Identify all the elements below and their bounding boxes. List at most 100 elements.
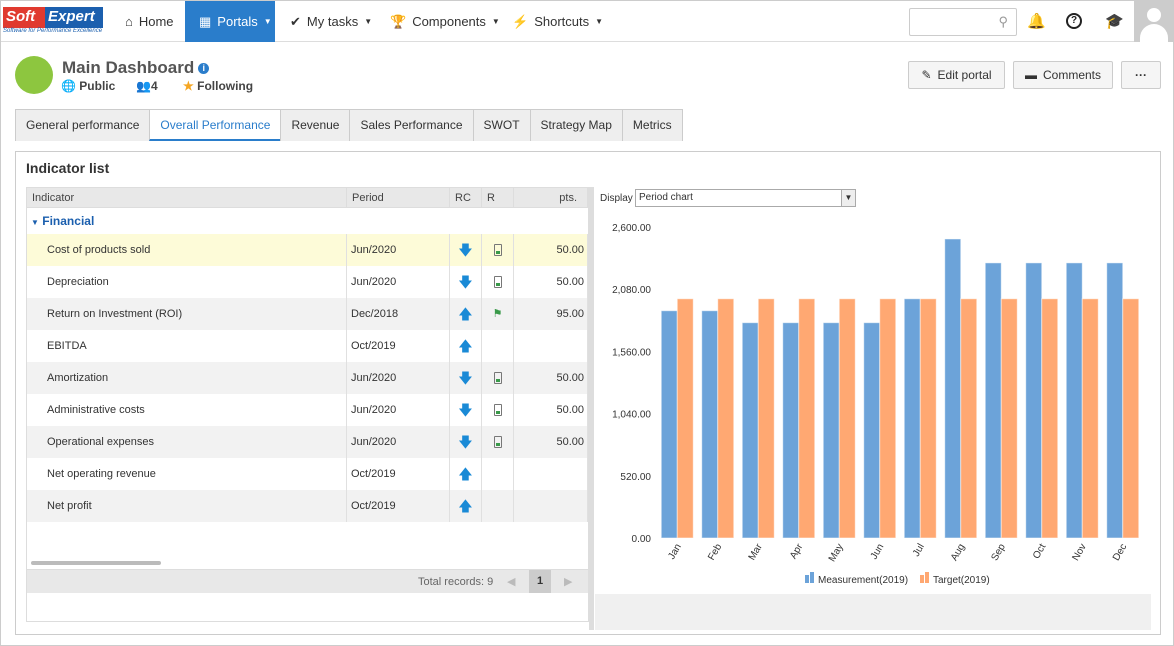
following[interactable]: ★ Following [183,79,253,93]
group-label: Financial [42,214,95,228]
bar-measurement[interactable] [984,262,1002,539]
nav-home[interactable]: ⌂ Home [111,1,188,42]
bar-measurement[interactable] [944,238,962,539]
horizontal-scrollbar[interactable] [31,561,161,565]
x-tick-label: Jan [666,542,684,561]
search-input[interactable]: ⚲ [909,8,1017,36]
indicator-name[interactable]: EBITDA [27,330,347,362]
pts: 50.00 [514,362,588,394]
table-row[interactable]: Administrative costs Jun/2020 🡇 50.00 [27,394,588,426]
y-tick-label: 520.00 [620,472,651,483]
indicator-name[interactable]: Administrative costs [27,394,347,426]
table-row[interactable]: Cost of products sold Jun/2020 🡇 50.00 [27,234,588,266]
pts: 95.00 [514,298,588,330]
nav-label: Home [138,14,174,29]
period: Jun/2020 [347,266,450,298]
table-row[interactable]: Return on Investment (ROI) Dec/2018 🡅 ⚑ 95.0… [27,298,588,330]
bar-target[interactable] [757,298,775,539]
bar-measurement[interactable] [863,322,881,539]
indicator-name[interactable]: Depreciation [27,266,347,298]
tab-general-performance[interactable]: General performance [15,109,151,141]
bar-target[interactable] [838,298,856,539]
prev-page-icon[interactable]: ◀ [507,575,515,588]
bar-measurement[interactable] [701,310,719,539]
table-row[interactable]: Amortization Jun/2020 🡇 50.00 [27,362,588,394]
more-button[interactable]: ··· [1121,61,1161,89]
softexpert-logo[interactable]: Soft Expert Software for Performance Exce… [3,7,107,37]
bar-measurement[interactable] [741,322,759,539]
members[interactable]: 👥4 [136,79,158,93]
x-tick-label: Apr [788,541,806,561]
logo-text: Expert [45,7,103,28]
indicator-name[interactable]: Cost of products sold [27,234,347,266]
indicator-name[interactable]: Operational expenses [27,426,347,458]
pts: 50.00 [514,266,588,298]
bar-target[interactable] [1000,298,1018,539]
group-financial[interactable]: ▼ Financial [27,208,588,234]
caret-down-icon: ▼ [263,17,272,26]
page-number[interactable]: 1 [529,570,551,593]
bar-measurement[interactable] [782,322,800,539]
bar-target[interactable] [919,298,937,539]
bar-measurement[interactable] [1025,262,1043,539]
graduation-cap-icon[interactable]: 🎓 [1105,12,1124,30]
tab-swot[interactable]: SWOT [472,109,531,141]
help-icon[interactable]: ? [1066,13,1082,29]
bar-measurement[interactable] [1106,262,1124,539]
table-row[interactable]: Net operating revenue Oct/2019 🡅 [27,458,588,490]
col-r[interactable]: R [482,188,514,207]
splitter[interactable] [589,187,594,630]
legend-label[interactable]: Target(2019) [933,575,990,586]
table-row[interactable]: Net profit Oct/2019 🡅 [27,490,588,522]
tab-revenue[interactable]: Revenue [280,109,351,141]
legend-label[interactable]: Measurement(2019) [818,575,908,586]
bar-measurement[interactable] [660,310,678,539]
user-avatar[interactable] [1134,1,1174,42]
bar-target[interactable] [676,298,694,539]
caret-down-icon: ▼ [595,17,604,26]
col-pts[interactable]: pts. [514,188,588,207]
tab-overall-performance[interactable]: Overall Performance [149,109,282,141]
tab-bar: General performance Overall Performance … [15,109,683,141]
info-icon[interactable]: i [198,63,210,74]
bar-target[interactable] [798,298,816,539]
col-period[interactable]: Period [347,188,450,207]
nav-my-tasks[interactable]: ✔ My tasks ▼ [276,1,386,42]
nav-portals[interactable]: ▦ Portals ▼ [185,1,275,42]
period: Oct/2019 [347,330,450,362]
indicator-name[interactable]: Net profit [27,490,347,522]
next-page-icon[interactable]: ▶ [564,575,572,588]
nav-components[interactable]: 🏆 Components ▼ [376,1,514,42]
edit-portal-button[interactable]: ✎ Edit portal [908,61,1005,89]
bar-target[interactable] [879,298,897,539]
nav-label: Portals [217,14,258,29]
period: Jun/2020 [347,234,450,266]
bar-target[interactable] [1041,298,1059,539]
star-icon: ★ [183,79,194,93]
bar-target[interactable] [717,298,735,539]
bar-measurement[interactable] [822,322,840,539]
bar-target[interactable] [1122,298,1140,539]
table-row[interactable]: Depreciation Jun/2020 🡇 50.00 [27,266,588,298]
tab-metrics[interactable]: Metrics [621,109,683,141]
bar-measurement[interactable] [903,298,921,539]
bar-measurement[interactable] [1065,262,1083,539]
col-indicator[interactable]: Indicator [27,188,347,207]
col-rc[interactable]: RC [450,188,482,207]
tab-strategy-map[interactable]: Strategy Map [529,109,623,141]
tab-sales-performance[interactable]: Sales Performance [349,109,474,141]
bell-icon[interactable]: 🔔 [1027,12,1046,30]
period: Oct/2019 [347,490,450,522]
indicator-name[interactable]: Return on Investment (ROI) [27,298,347,330]
table-row[interactable]: Operational expenses Jun/2020 🡇 50.00 [27,426,588,458]
comments-button[interactable]: ▬ Comments [1013,61,1113,89]
top-nav: Soft Expert Software for Performance Exce… [1,1,1174,42]
bar-target[interactable] [1081,298,1099,539]
bolt-icon: ⚡ [512,13,529,29]
indicator-name[interactable]: Amortization [27,362,347,394]
nav-shortcuts[interactable]: ⚡ Shortcuts ▼ [498,1,617,42]
table-row[interactable]: EBITDA Oct/2019 🡅 [27,330,588,362]
bar-target[interactable] [960,298,978,539]
indicator-name[interactable]: Net operating revenue [27,458,347,490]
arrow-down-icon: 🡇 [450,266,482,298]
